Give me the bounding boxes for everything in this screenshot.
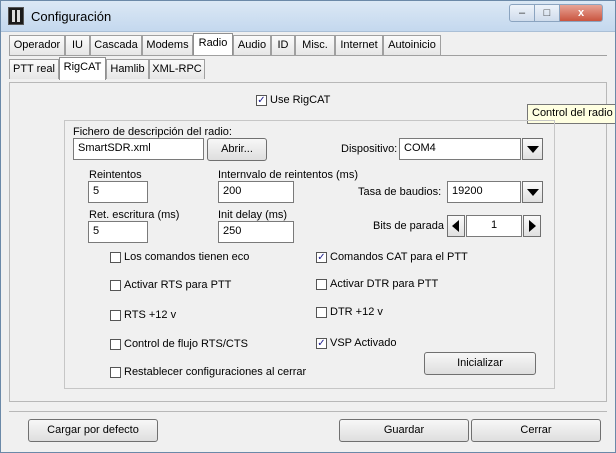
init-delay-label: Init delay (ms) xyxy=(218,209,288,221)
tab-hamlib[interactable]: Hamlib xyxy=(106,59,149,79)
check-mark-icon: ✓ xyxy=(316,252,327,263)
sub-tab-row: PTT real RigCAT Hamlib XML-RPC xyxy=(9,57,607,81)
tab-audio[interactable]: Audio xyxy=(233,35,271,55)
tab-divider xyxy=(9,55,607,56)
checkbox-square xyxy=(110,367,121,378)
tab-iu[interactable]: IU xyxy=(65,35,90,55)
restore-label: Restablecer configuraciones al cerrar xyxy=(124,366,307,378)
dtr12-label: DTR +12 v xyxy=(330,306,383,318)
retries-field[interactable]: 5 xyxy=(88,181,148,203)
load-defaults-button[interactable]: Cargar por defecto xyxy=(28,419,158,442)
app-icon xyxy=(8,7,24,25)
tab-rigcat[interactable]: RigCAT xyxy=(59,57,106,80)
tab-autoinicio[interactable]: Autoinicio xyxy=(383,35,441,55)
flow-control-label: Control de flujo RTS/CTS xyxy=(124,338,248,350)
rts12-label: RTS +12 v xyxy=(124,309,177,321)
cat-ptt-label: Comandos CAT para el PTT xyxy=(330,251,468,263)
dtr-ptt-label: Activar DTR para PTT xyxy=(330,278,439,290)
stop-bits-label: Bits de parada xyxy=(373,220,444,232)
configuration-window: Configuración – □ x Operador IU Cascada … xyxy=(0,0,616,453)
decrement-icon[interactable] xyxy=(447,215,465,237)
use-rigcat-label: Use RigCAT xyxy=(270,94,331,106)
tab-internet[interactable]: Internet xyxy=(335,35,383,55)
save-button[interactable]: Guardar xyxy=(339,419,469,442)
cancel-button[interactable]: Cerrar xyxy=(471,419,601,442)
tab-radio[interactable]: Radio xyxy=(193,33,233,56)
echo-label: Los comandos tienen eco xyxy=(124,251,250,263)
checkbox-square xyxy=(110,280,121,291)
title-bar[interactable]: Configuración – □ x xyxy=(1,1,615,32)
write-delay-field[interactable]: 5 xyxy=(88,221,148,243)
checkbox-square xyxy=(316,307,327,318)
initialize-button[interactable]: Inicializar xyxy=(424,352,536,375)
tab-cascada[interactable]: Cascada xyxy=(90,35,142,55)
retry-interval-label: Internvalo de reintentos (ms) xyxy=(218,169,359,181)
baud-combo[interactable]: 19200 xyxy=(447,181,521,203)
retry-interval-field[interactable]: 200 xyxy=(218,181,294,203)
rts-ptt-label: Activar RTS para PTT xyxy=(124,279,232,291)
checkbox-square xyxy=(110,252,121,263)
minimize-button[interactable]: – xyxy=(509,4,535,22)
checkbox-square xyxy=(316,279,327,290)
main-tab-row: Operador IU Cascada Modems Radio Audio I… xyxy=(9,33,607,57)
descriptor-label: Fichero de descripción del radio: xyxy=(73,126,232,138)
tab-id[interactable]: ID xyxy=(271,35,295,55)
device-label: Dispositivo: xyxy=(341,143,398,155)
tab-modems[interactable]: Modems xyxy=(142,35,193,55)
tab-ptt-real[interactable]: PTT real xyxy=(9,59,59,79)
device-combo[interactable]: COM4 xyxy=(399,138,521,160)
window-title: Configuración xyxy=(31,9,112,24)
close-button[interactable]: x xyxy=(559,4,603,22)
open-button[interactable]: Abrir... xyxy=(207,138,267,161)
tab-misc[interactable]: Misc. xyxy=(295,35,335,55)
descriptor-field[interactable]: SmartSDR.xml xyxy=(73,138,204,160)
checkbox-square xyxy=(110,339,121,350)
check-mark-icon: ✓ xyxy=(256,95,267,106)
tab-operador[interactable]: Operador xyxy=(9,35,65,55)
chevron-down-icon[interactable] xyxy=(522,181,543,203)
baud-label: Tasa de baudios: xyxy=(358,186,442,198)
retries-label: Reintentos xyxy=(89,169,142,181)
increment-icon[interactable] xyxy=(523,215,541,237)
check-mark-icon: ✓ xyxy=(316,338,327,349)
stop-bits-field[interactable]: 1 xyxy=(466,215,522,237)
write-delay-label: Ret. escritura (ms) xyxy=(89,209,180,221)
vsp-label: VSP Activado xyxy=(330,337,397,349)
init-delay-field[interactable]: 250 xyxy=(218,221,294,243)
chevron-down-icon[interactable] xyxy=(522,138,543,160)
checkbox-square xyxy=(110,310,121,321)
tab-xml-rpc[interactable]: XML-RPC xyxy=(149,59,205,79)
maximize-button[interactable]: □ xyxy=(534,4,560,22)
